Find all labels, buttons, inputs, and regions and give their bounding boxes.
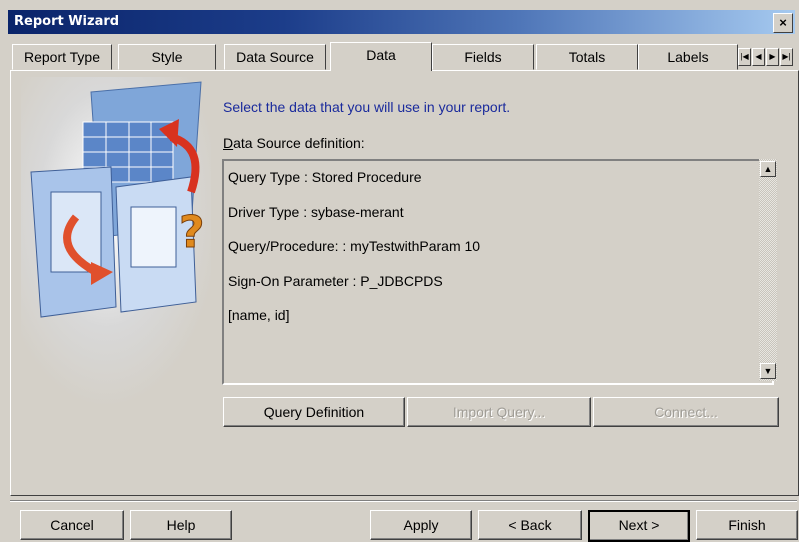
tab-totals[interactable]: Totals: [536, 44, 638, 70]
definition-scrollbar[interactable]: ▲ ▼: [759, 159, 777, 381]
datasource-label-text: ata Source definition:: [233, 135, 365, 151]
tab-fields[interactable]: Fields: [432, 44, 534, 70]
definition-line: Query Type : Stored Procedure: [228, 169, 422, 185]
wizard-illustration: ?: [21, 77, 211, 407]
footer-button-bar: Cancel Help Apply < Back Next > Finish: [0, 506, 799, 542]
tab-next-icon[interactable]: ▶: [766, 48, 779, 66]
tab-first-icon[interactable]: |◀: [738, 48, 751, 66]
definition-line: [name, id]: [228, 307, 290, 323]
apply-button[interactable]: Apply: [370, 510, 472, 540]
svg-text:?: ?: [179, 207, 205, 258]
import-query-button[interactable]: Import Query...: [407, 397, 591, 427]
definition-line: Driver Type : sybase-merant: [228, 204, 404, 220]
definition-line: Query/Procedure: : myTestwithParam 10: [228, 238, 481, 254]
window-title: Report Wizard: [14, 14, 120, 29]
instruction-text: Select the data that you will use in you…: [223, 99, 511, 115]
scroll-down-icon[interactable]: ▼: [760, 363, 776, 379]
finish-button[interactable]: Finish: [696, 510, 798, 540]
tab-scroll-nav: |◀ ◀ ▶ ▶|: [738, 44, 795, 68]
back-button[interactable]: < Back: [478, 510, 582, 540]
close-icon[interactable]: ×: [773, 13, 793, 33]
tab-prev-icon[interactable]: ◀: [752, 48, 765, 66]
connect-button[interactable]: Connect...: [593, 397, 779, 427]
tab-data[interactable]: Data: [330, 42, 432, 71]
query-definition-button[interactable]: Query Definition: [223, 397, 405, 427]
help-button[interactable]: Help: [130, 510, 232, 540]
report-wizard-window: Report Wizard × Report Type Style Data S…: [0, 0, 799, 542]
tab-report-type[interactable]: Report Type: [12, 44, 112, 70]
tab-data-source[interactable]: Data Source: [224, 44, 326, 70]
next-button[interactable]: Next >: [588, 510, 690, 542]
scroll-up-icon[interactable]: ▲: [760, 161, 776, 177]
cancel-button[interactable]: Cancel: [20, 510, 124, 540]
tab-strip: Report Type Style Data Source Data Field…: [10, 42, 797, 71]
datasource-label-accelerator: D: [223, 135, 234, 151]
wizard-art-icon: ?: [21, 77, 211, 407]
footer-separator: [10, 500, 797, 502]
data-tab-panel: ? Select the data that you will use in y…: [10, 70, 799, 496]
datasource-definition-label: Data Source definition:: [223, 135, 365, 151]
tab-last-icon[interactable]: ▶|: [780, 48, 793, 66]
title-bar[interactable]: Report Wizard ×: [8, 10, 795, 34]
definition-line: Sign-On Parameter : P_JDBCPDS: [228, 273, 443, 289]
tab-style[interactable]: Style: [118, 44, 216, 70]
datasource-definition-textarea[interactable]: Query Type : Stored Procedure Driver Typ…: [222, 159, 774, 385]
tab-labels[interactable]: Labels: [638, 44, 738, 70]
